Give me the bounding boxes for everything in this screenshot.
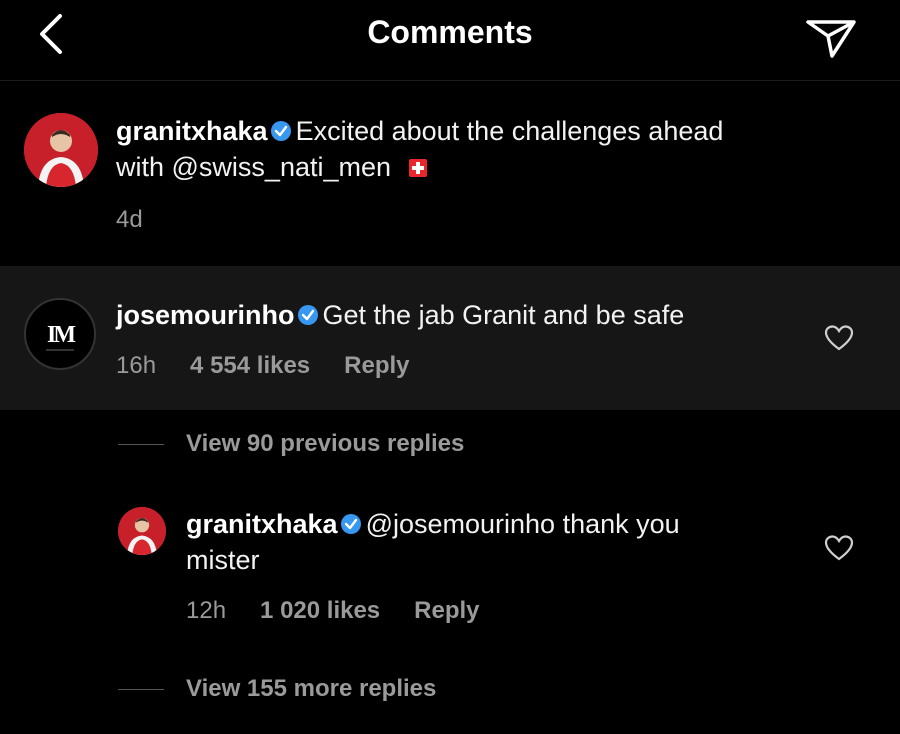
- comment-body: Get the jab Granit and be safe: [322, 300, 685, 330]
- swiss-flag-icon: [409, 159, 428, 177]
- verified-badge-icon: [340, 514, 361, 534]
- player-avatar-icon: [118, 507, 166, 555]
- paper-plane-icon: [806, 20, 856, 58]
- reply-like-button[interactable]: [824, 534, 854, 562]
- divider-line: [118, 689, 164, 690]
- reply-likes[interactable]: 1 020 likes: [260, 597, 380, 624]
- reply-time: 12h: [186, 597, 227, 624]
- reply-line-2: mister: [186, 545, 260, 575]
- header-bar: Comments: [0, 0, 900, 81]
- player-avatar-icon: [24, 113, 98, 187]
- comment-meta: 16h 4 554 likes Reply: [116, 352, 444, 380]
- reply-button[interactable]: Reply: [344, 352, 409, 379]
- caption-line-2: with @swiss_nati_men: [116, 152, 392, 182]
- comment-time: 16h: [116, 352, 157, 379]
- heart-icon: [824, 535, 854, 561]
- caption-line-1: Excited about the challenges ahead: [295, 116, 724, 146]
- share-button[interactable]: [800, 8, 860, 58]
- like-button[interactable]: [824, 324, 854, 352]
- caption-meta: 4d: [116, 206, 177, 234]
- verified-badge-icon: [297, 305, 318, 325]
- page-title: Comments: [367, 14, 533, 50]
- comment-text: josemourinho Get the jab Granit and be sa…: [116, 297, 816, 333]
- avatar-granitxhaka-reply[interactable]: [118, 507, 166, 555]
- comment-likes[interactable]: 4 554 likes: [190, 352, 310, 379]
- caption-time: 4d: [116, 206, 143, 233]
- reply-text: granitxhaka @josemourinho thank you miste…: [186, 506, 806, 578]
- reply-username[interactable]: granitxhaka: [186, 509, 338, 539]
- comment-username[interactable]: josemourinho: [116, 300, 295, 330]
- highlighted-comment: [0, 266, 900, 410]
- avatar-josemourinho[interactable]: IM: [24, 298, 96, 370]
- divider-line: [118, 444, 164, 445]
- svg-text:IM: IM: [47, 322, 75, 348]
- heart-icon: [824, 325, 854, 351]
- caption-username[interactable]: granitxhaka: [116, 116, 268, 146]
- reply-line-1: @josemourinho thank you: [365, 509, 680, 539]
- view-more-replies-button[interactable]: View 155 more replies: [186, 675, 436, 703]
- avatar-granitxhaka[interactable]: [24, 113, 98, 187]
- reply-meta: 12h 1 020 likes Reply: [186, 597, 514, 625]
- reply-reply-button[interactable]: Reply: [414, 597, 479, 624]
- caption-text: granitxhaka Excited about the challenges …: [116, 113, 876, 185]
- monogram-logo-icon: IM: [46, 322, 78, 351]
- view-previous-replies-button[interactable]: View 90 previous replies: [186, 430, 464, 458]
- verified-badge-icon: [270, 121, 291, 141]
